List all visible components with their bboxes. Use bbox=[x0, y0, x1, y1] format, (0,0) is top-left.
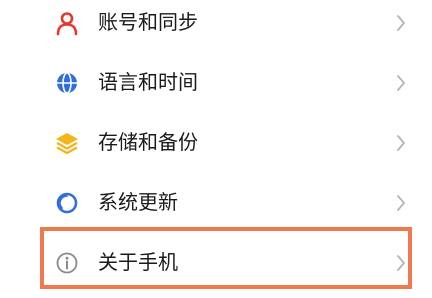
settings-item-system-update[interactable]: 系统更新 bbox=[0, 180, 432, 224]
settings-item-label: 语言和时间 bbox=[98, 70, 198, 94]
settings-item-language-time[interactable]: 语言和时间 bbox=[0, 60, 432, 104]
settings-item-label: 系统更新 bbox=[98, 190, 178, 214]
person-icon bbox=[54, 10, 80, 36]
chevron-right-icon bbox=[394, 133, 408, 153]
chevron-right-icon bbox=[394, 73, 408, 93]
settings-item-account-sync[interactable]: 账号和同步 bbox=[0, 0, 432, 44]
layers-icon bbox=[54, 130, 80, 156]
update-circle-icon bbox=[54, 190, 80, 216]
settings-item-storage-backup[interactable]: 存储和备份 bbox=[0, 120, 432, 164]
settings-item-label: 存储和备份 bbox=[98, 130, 198, 154]
settings-item-label: 账号和同步 bbox=[98, 10, 198, 34]
highlight-box bbox=[40, 227, 412, 289]
settings-list: 账号和同步 语言和时间 存储和备份 系统更新 关于手机 bbox=[0, 0, 432, 298]
chevron-right-icon bbox=[394, 13, 408, 33]
chevron-right-icon bbox=[394, 193, 408, 213]
globe-icon bbox=[54, 70, 80, 96]
